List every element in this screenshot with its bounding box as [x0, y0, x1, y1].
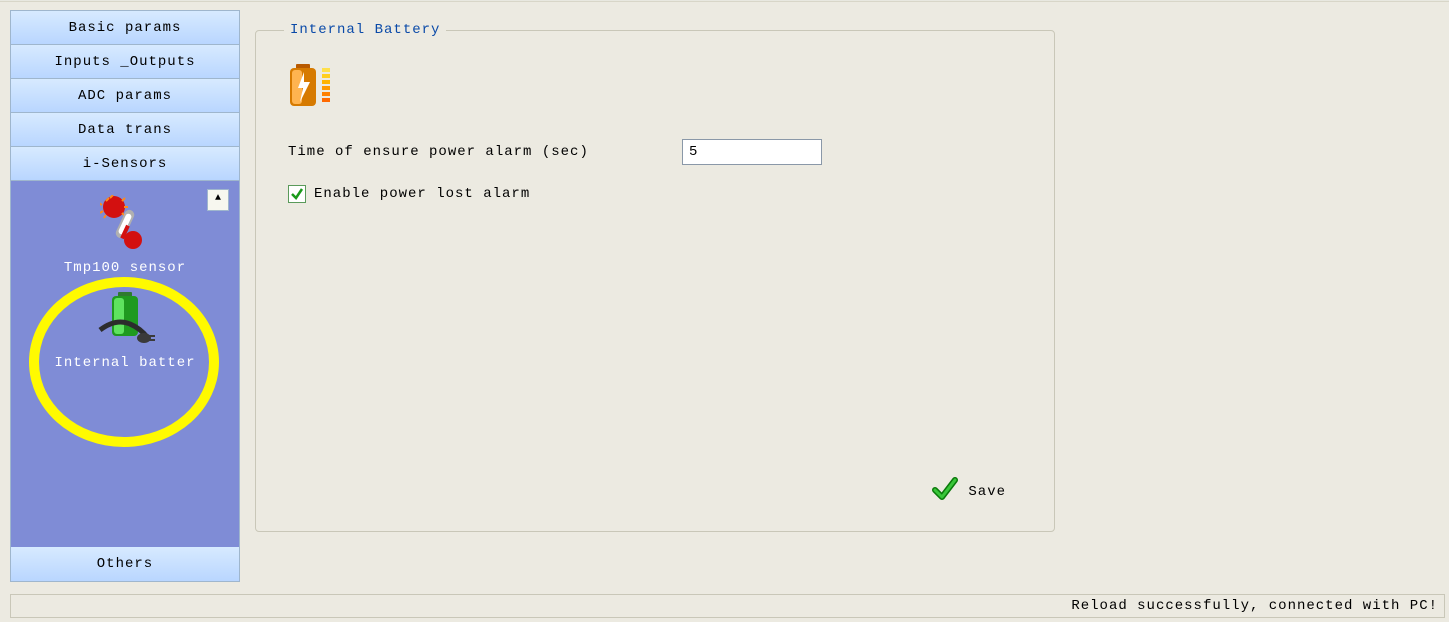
- thermometer-icon: [100, 240, 150, 256]
- time-alarm-input[interactable]: [682, 139, 822, 165]
- sidebar-item-internal-battery[interactable]: Internal batter: [11, 288, 239, 371]
- sidebar-header-basic-params[interactable]: Basic params: [11, 11, 239, 45]
- sidebar: Basic params Inputs _Outputs ADC params …: [10, 10, 240, 582]
- save-check-icon: [932, 476, 958, 507]
- sidebar-item-label: Internal batter: [11, 355, 239, 371]
- save-button[interactable]: Save: [932, 476, 1006, 507]
- battery-charging-icon: [288, 62, 1030, 115]
- sidebar-header-data-trans[interactable]: Data trans: [11, 113, 239, 147]
- internal-battery-group: Internal Battery Time of ensure power al…: [255, 22, 1055, 532]
- time-alarm-row: Time of ensure power alarm (sec): [288, 139, 1030, 165]
- sidebar-header-adc-params[interactable]: ADC params: [11, 79, 239, 113]
- sidebar-item-tmp100-sensor[interactable]: Tmp100 sensor: [11, 195, 239, 276]
- enable-power-lost-row[interactable]: Enable power lost alarm: [288, 185, 1030, 203]
- enable-power-lost-label: Enable power lost alarm: [314, 186, 530, 202]
- save-button-label: Save: [968, 484, 1006, 500]
- time-alarm-label: Time of ensure power alarm (sec): [288, 144, 658, 160]
- group-title: Internal Battery: [284, 22, 446, 38]
- sidebar-header-inputs-outputs[interactable]: Inputs _Outputs: [11, 45, 239, 79]
- sidebar-item-label: Tmp100 sensor: [11, 260, 239, 276]
- content-area: Internal Battery Time of ensure power al…: [255, 2, 1449, 582]
- sidebar-panel-i-sensors: ▲ Tmp100 sensor: [11, 181, 239, 547]
- sidebar-header-others[interactable]: Others: [11, 547, 239, 581]
- checkmark-icon: [290, 187, 304, 201]
- enable-power-lost-checkbox[interactable]: [288, 185, 306, 203]
- battery-plug-icon: [94, 335, 156, 351]
- sidebar-header-i-sensors[interactable]: i-Sensors: [11, 147, 239, 181]
- status-bar: Reload successfully, connected with PC!: [10, 594, 1445, 618]
- main-layout: Basic params Inputs _Outputs ADC params …: [0, 2, 1449, 582]
- status-text: Reload successfully, connected with PC!: [1071, 598, 1438, 614]
